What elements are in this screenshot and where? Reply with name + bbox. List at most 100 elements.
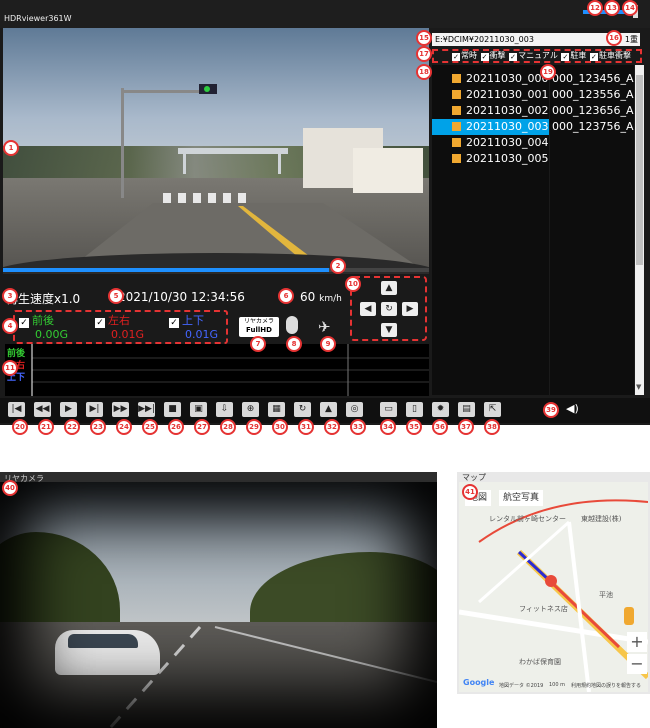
callout-marker: 41 [462,484,478,500]
rotate-180-icon[interactable]: ↻ [294,402,311,417]
next-frame-icon[interactable]: ▶| [86,402,103,417]
folder-item[interactable]: 20211030_001 [432,87,549,103]
delete-icon[interactable]: ▯ [406,402,423,417]
settings-icon[interactable]: ✹ [432,402,449,417]
map-label-hiraike: 平池 [599,591,613,599]
map-report-link[interactable]: 地図の誤りを報告する [591,682,641,689]
callout-marker: 40 [2,480,18,496]
map-label-fitness: フィットネス店 [519,605,568,613]
folder-icon [452,106,461,115]
skip-end-icon[interactable]: ▶▶| [138,402,155,417]
map-terms-link[interactable]: 利用規約 [571,682,591,689]
checkbox-icon[interactable]: ✓ [169,318,179,328]
image-adjust-icon[interactable]: ▦ [268,402,285,417]
recording-datetime: 2021/10/30 12:34:56 [118,290,245,304]
pan-right-icon[interactable]: ▶ [402,302,418,316]
callout-marker: 2 [330,258,346,274]
scrollbar[interactable]: ▼ [635,65,644,395]
callout-marker: 39 [543,402,559,418]
folder-name: 20211030_000 [466,72,549,85]
checkbox-icon[interactable]: ✓ [19,318,29,328]
callout-marker: 30 [272,419,288,435]
pan-up-icon[interactable]: ▲ [381,281,397,295]
snapshot-icon[interactable]: ■ [164,402,181,417]
file-item[interactable]: 000_123556_A [550,87,634,103]
folder-icon [452,90,461,99]
pan-down-icon[interactable]: ▼ [381,323,397,337]
map-label-construction: 東越建設(株) [581,515,622,523]
microphone-icon[interactable] [286,316,298,334]
g-sensor-up-down[interactable]: ✓ 上下 0.01G [169,312,218,341]
g-sensor-graph: 前後 左右 上下 [5,344,429,396]
fast-forward-icon[interactable]: ▶▶ [112,402,129,417]
camera-badge[interactable]: リヤカメラ FullHD [239,317,279,337]
callout-marker: 23 [90,419,106,435]
scrollbar-thumb[interactable] [636,75,643,265]
filter-manual[interactable]: ✓ マニュアル [508,51,558,61]
video-save-icon[interactable]: ▣ [190,402,207,417]
zoom-in-icon[interactable]: + [627,632,647,652]
g-sensor-front-back[interactable]: ✓ 前後 0.00G [19,312,68,341]
filter-parking-impact[interactable]: ✓ 駐車衝撃 [589,51,631,61]
filter-normal[interactable]: ✓ 常時 [434,51,477,61]
folder-item[interactable]: 20211030_002 [432,103,549,119]
folder-icon [452,122,461,131]
callout-marker: 37 [458,419,474,435]
title-bar: HDRviewer361W ▬ □ ✕ [0,0,650,28]
volume-icon[interactable]: ◀) [566,402,579,415]
folder-item[interactable]: 20211030_004 [432,135,549,151]
reset-icon[interactable]: ↻ [381,302,397,316]
folder-icon [452,154,461,163]
globe-icon[interactable]: ◎ [346,402,363,417]
scroll-down-icon[interactable]: ▼ [636,383,641,391]
filter-parking[interactable]: ✓ 駐車 [560,51,586,61]
folder-name: 20211030_003 [466,120,549,133]
callout-marker: 8 [286,336,302,352]
map-tab-satellite[interactable]: 航空写真 [499,490,544,506]
folder-item[interactable]: 20211030_000 [432,71,549,87]
satellite-icon: ✈ [318,318,331,336]
callout-marker: 31 [298,419,314,435]
zoom-icon[interactable]: ⊕ [242,402,259,417]
file-item[interactable]: 000_123756_A [550,119,634,135]
print-icon[interactable]: ▤ [458,402,475,417]
file-list: 000_123456_A 000_123556_A 000_123656_A 000_… [550,65,634,395]
callout-marker: 29 [246,419,262,435]
graph-grid [31,344,429,396]
callout-marker: 20 [12,419,28,435]
callout-marker: 3 [2,288,18,304]
callout-marker: 32 [324,419,340,435]
folder-item[interactable]: 20211030_003 [432,119,549,135]
map-view[interactable]: 地図 航空写真 レンタル前ヶ崎センター 東越建設(株) フィットネス店 平池 わ… [459,482,648,692]
callout-marker: 24 [116,419,132,435]
front-camera-view[interactable] [3,28,429,274]
folder-icon[interactable]: ▭ [380,402,397,417]
filter-impact[interactable]: ✓ 衝撃 [480,51,506,61]
prev-frame-icon[interactable]: ◀◀ [34,402,51,417]
file-item[interactable]: 000_123656_A [550,103,634,119]
folder-item[interactable]: 20211030_005 [432,151,549,167]
callout-marker: 6 [278,288,294,304]
g-sensor-left-right[interactable]: ✓ 左右 0.01G [95,312,144,341]
file-item[interactable]: 000_123456_A [550,71,634,87]
callout-marker: 19 [540,64,556,80]
skip-start-icon[interactable]: |◀ [8,402,25,417]
callout-marker: 38 [484,419,500,435]
export-icon[interactable]: ⇱ [484,402,501,417]
file-panel: E:¥DCIM¥20211030_003 1重 ✓ 常時 ✓ 衝撃 ✓ マニュアル ✓ 駐… [430,28,645,396]
lock-icon[interactable]: ▲ [320,402,337,417]
street-view-icon[interactable] [624,607,634,625]
rear-vignette [0,482,437,728]
rear-camera-view[interactable] [0,482,437,728]
callout-marker: 27 [194,419,210,435]
download-icon[interactable]: ⇩ [216,402,233,417]
zoom-out-icon[interactable]: − [627,654,647,674]
callout-marker: 33 [350,419,366,435]
folder-list: 20211030_000 20211030_001 20211030_002 2021… [432,65,549,395]
checkbox-icon[interactable]: ✓ [95,318,105,328]
callout-marker: 10 [345,276,361,292]
callout-marker: 16 [606,30,622,46]
pan-left-icon[interactable]: ◀ [360,302,376,316]
play-icon[interactable]: ▶ [60,402,77,417]
playback-progress[interactable] [3,268,329,272]
